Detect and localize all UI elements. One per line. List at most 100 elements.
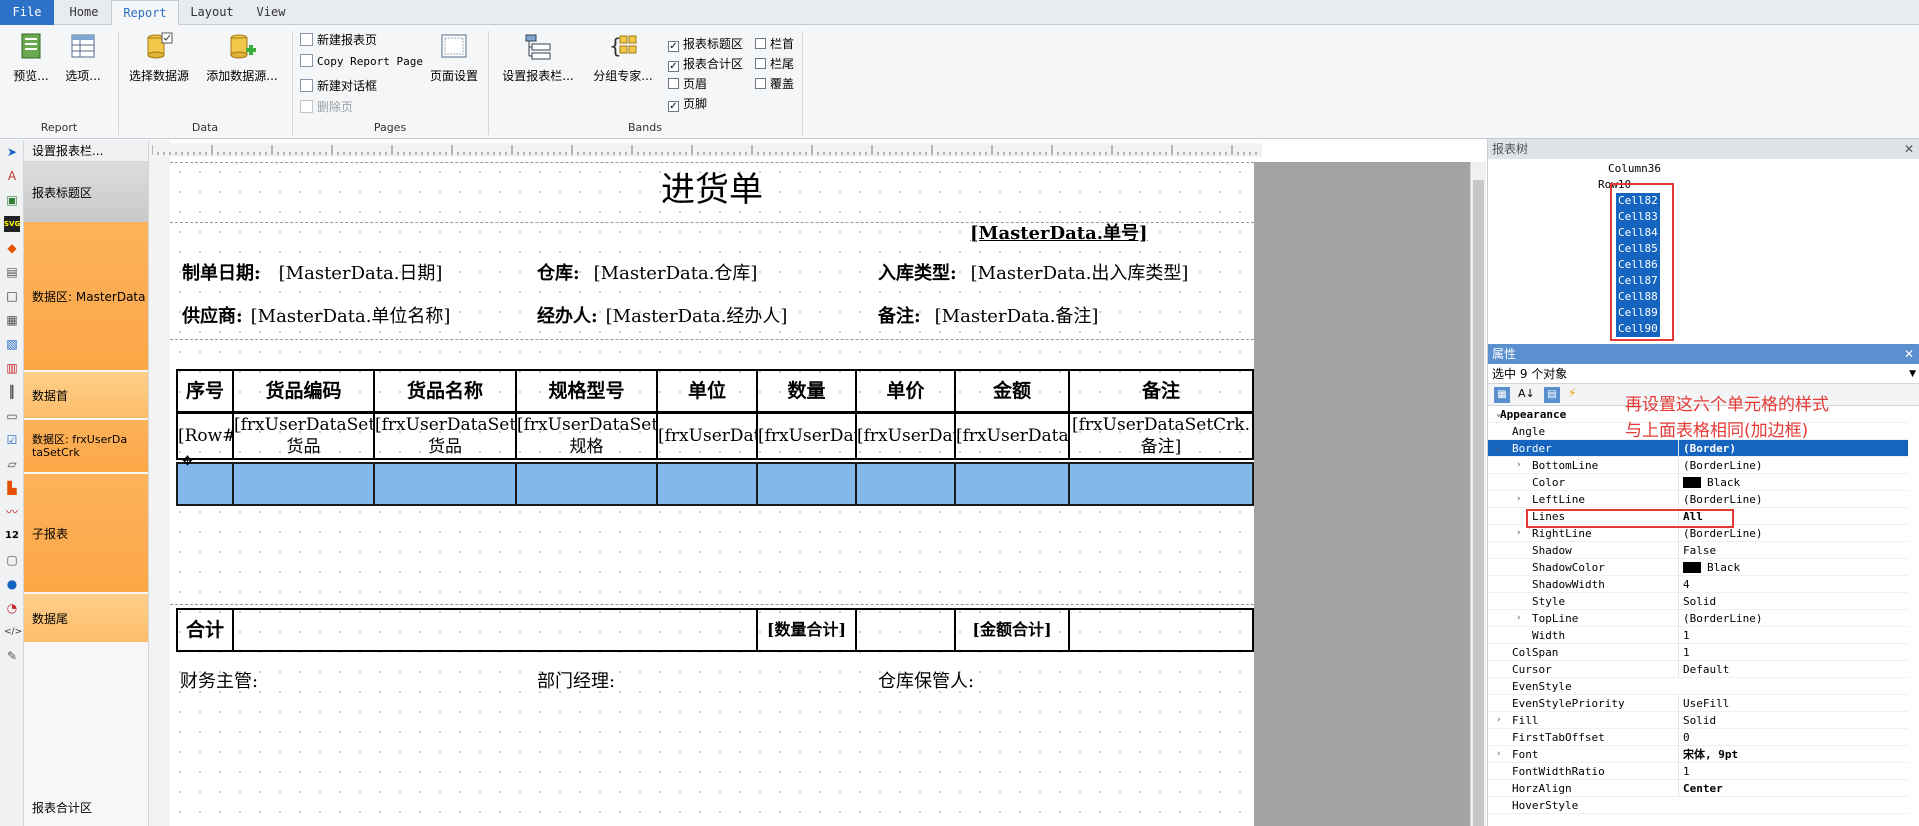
property-value[interactable]: Solid (1678, 593, 1908, 610)
expand-right-icon[interactable]: › (1516, 610, 1521, 627)
zipcode-tool-icon[interactable]: 12 (4, 528, 20, 544)
property-row[interactable]: ShadowWidth 4 (1488, 576, 1908, 593)
column-header-cell[interactable]: 货品编码 (232, 369, 375, 413)
new-page-button[interactable]: 新建报表页 (300, 31, 377, 49)
selected-cell[interactable] (656, 462, 758, 506)
property-row[interactable]: EvenStylePriority UseFill (1488, 695, 1908, 712)
configure-bands-button[interactable]: 设置报表栏... (496, 31, 580, 84)
property-row[interactable]: EvenStyle (1488, 678, 1908, 695)
data-cell[interactable]: [frxUserDataSetCrk.规格 (515, 412, 658, 460)
column-header-cell[interactable]: 单价 (855, 369, 956, 413)
property-value[interactable]: (BorderLine) (1678, 457, 1908, 474)
close-icon[interactable]: ✕ (1904, 139, 1914, 159)
property-row[interactable]: FontWidthRatio 1 (1488, 763, 1908, 780)
picture-tool-icon[interactable]: ▣ (4, 192, 20, 208)
inbound-type-label[interactable]: 入库类型: (878, 263, 957, 284)
scrollbar-thumb[interactable] (1473, 180, 1484, 826)
expand-right-icon[interactable]: › (1516, 491, 1521, 508)
issue-date-field[interactable]: [MasterData.日期] (279, 263, 443, 284)
band-report-title[interactable]: 报表标题区 (24, 162, 148, 222)
text-tool-icon[interactable]: A (4, 168, 20, 184)
check-page-footer[interactable]: ✓ 页脚 (668, 95, 707, 113)
barcode-tool-icon[interactable]: ║ (4, 384, 20, 400)
warehouse-label[interactable]: 仓库: (537, 263, 580, 284)
delete-page-button[interactable]: 删除页 (300, 98, 353, 116)
property-row[interactable]: HorzAlign Center (1488, 780, 1908, 797)
property-row[interactable]: › Fill Solid (1488, 712, 1908, 729)
line-tool-icon[interactable]: ▱ (4, 456, 20, 472)
selected-cell[interactable] (176, 462, 234, 506)
check-report-summary[interactable]: ✓ 报表合计区 (668, 55, 743, 73)
issue-date-label[interactable]: 制单日期: (182, 263, 261, 284)
column-header-cell[interactable]: 单位 (656, 369, 758, 413)
check-report-title[interactable]: ✓ 报表标题区 (668, 35, 743, 53)
properties-view-icon[interactable]: ▤ (1544, 387, 1560, 403)
data-cell[interactable]: [frxUserDataSetC (756, 412, 857, 460)
property-row[interactable]: ShadowColor Black (1488, 559, 1908, 576)
property-value[interactable]: 1 (1678, 627, 1908, 644)
object-selector[interactable]: 选中 9 个对象 ▼ (1488, 364, 1919, 384)
check-overlay[interactable]: 覆盖 (755, 75, 794, 93)
property-value[interactable]: (BorderLine) (1678, 610, 1908, 627)
property-row[interactable]: HoverStyle (1488, 797, 1908, 814)
property-value[interactable]: Black (1678, 559, 1908, 576)
band-detail-data[interactable]: 数据区: frxUserDataSetCrk (24, 420, 148, 472)
select-datasource-button[interactable]: 选择数据源 (126, 31, 192, 84)
expand-down-icon[interactable]: ⌄ (1496, 440, 1501, 457)
table-tool-icon[interactable]: ▦ (4, 312, 20, 328)
checkbox-tool-icon[interactable]: ☑ (4, 432, 20, 448)
subreport-tool-icon[interactable]: ▥ (4, 360, 20, 376)
selected-cell[interactable] (515, 462, 658, 506)
group-expert-button[interactable]: { 分组专家... (588, 31, 658, 84)
data-cell[interactable]: [frxUserDataSetCrk.备注] (1068, 412, 1254, 460)
property-row[interactable]: Width 1 (1488, 627, 1908, 644)
column-header-cell[interactable]: 数量 (756, 369, 857, 413)
expand-right-icon[interactable]: › (1496, 746, 1501, 763)
data-cell[interactable]: [frxUserDataSetCrk.货品 (232, 412, 375, 460)
property-value[interactable]: 1 (1678, 763, 1908, 780)
supplier-field[interactable]: [MasterData.单位名称] (251, 306, 451, 327)
options-button[interactable]: 选项... (60, 31, 106, 84)
column-header-cell[interactable]: 货品名称 (373, 369, 517, 413)
property-value[interactable]: False (1678, 542, 1908, 559)
format-painter-icon[interactable]: ✎ (4, 648, 20, 664)
expand-right-icon[interactable]: › (1516, 457, 1521, 474)
band-report-summary[interactable]: 报表合计区 (24, 644, 148, 816)
rectangle-tool-icon[interactable]: □ (4, 288, 20, 304)
property-row[interactable]: › BottomLine (BorderLine) (1488, 457, 1908, 474)
selected-cell[interactable] (373, 462, 517, 506)
expand-right-icon[interactable]: › (1516, 525, 1521, 542)
data-cell[interactable]: [frxUserDataSetCrk (954, 412, 1070, 460)
property-value[interactable]: 1 (1678, 644, 1908, 661)
property-value[interactable]: 4 (1678, 576, 1908, 593)
report-title[interactable]: 进货单 (170, 164, 1254, 216)
table-move-handle-icon[interactable]: ✥ (182, 454, 193, 469)
new-dialog-button[interactable]: 新建对话框 (300, 77, 377, 95)
bands-panel-header[interactable]: 设置报表栏... (24, 140, 148, 162)
tab-view[interactable]: View (244, 0, 298, 25)
close-icon[interactable]: ✕ (1904, 344, 1914, 364)
digital-signature-tool-icon[interactable]: ▢ (4, 552, 20, 568)
order-number-field[interactable]: [MasterData.单号] (970, 222, 1148, 246)
data-cell[interactable]: [frxUserDataSetCrk.货品 (373, 412, 517, 460)
categorized-view-icon[interactable]: ▦ (1494, 387, 1510, 403)
total-label-cell[interactable]: 合计 (176, 608, 234, 652)
property-value[interactable]: Default (1678, 661, 1908, 678)
property-row[interactable]: Shadow False (1488, 542, 1908, 559)
selected-cell[interactable] (756, 462, 857, 506)
add-datasource-button[interactable]: 添加数据源... (200, 31, 284, 84)
container-tool-icon[interactable]: ▤ (4, 264, 20, 280)
inbound-type-field[interactable]: [MasterData.出入库类型] (971, 263, 1189, 284)
tab-file[interactable]: File (0, 0, 54, 25)
handler-label[interactable]: 经办人: (537, 306, 598, 327)
property-value[interactable]: UseFill (1678, 695, 1908, 712)
select-pointer-icon[interactable]: ➤ (4, 144, 20, 160)
property-value[interactable]: Solid (1678, 712, 1908, 729)
band-data-footer[interactable]: 数据尾 (24, 594, 148, 642)
matrix-tool-icon[interactable]: ▧ (4, 336, 20, 352)
property-row[interactable]: Color Black (1488, 474, 1908, 491)
band-master-data[interactable]: 数据区: MasterData (24, 222, 148, 370)
column-header-cell[interactable]: 规格型号 (515, 369, 658, 413)
remark-label[interactable]: 备注: (878, 306, 921, 327)
canvas-vertical-scrollbar[interactable] (1470, 162, 1486, 826)
